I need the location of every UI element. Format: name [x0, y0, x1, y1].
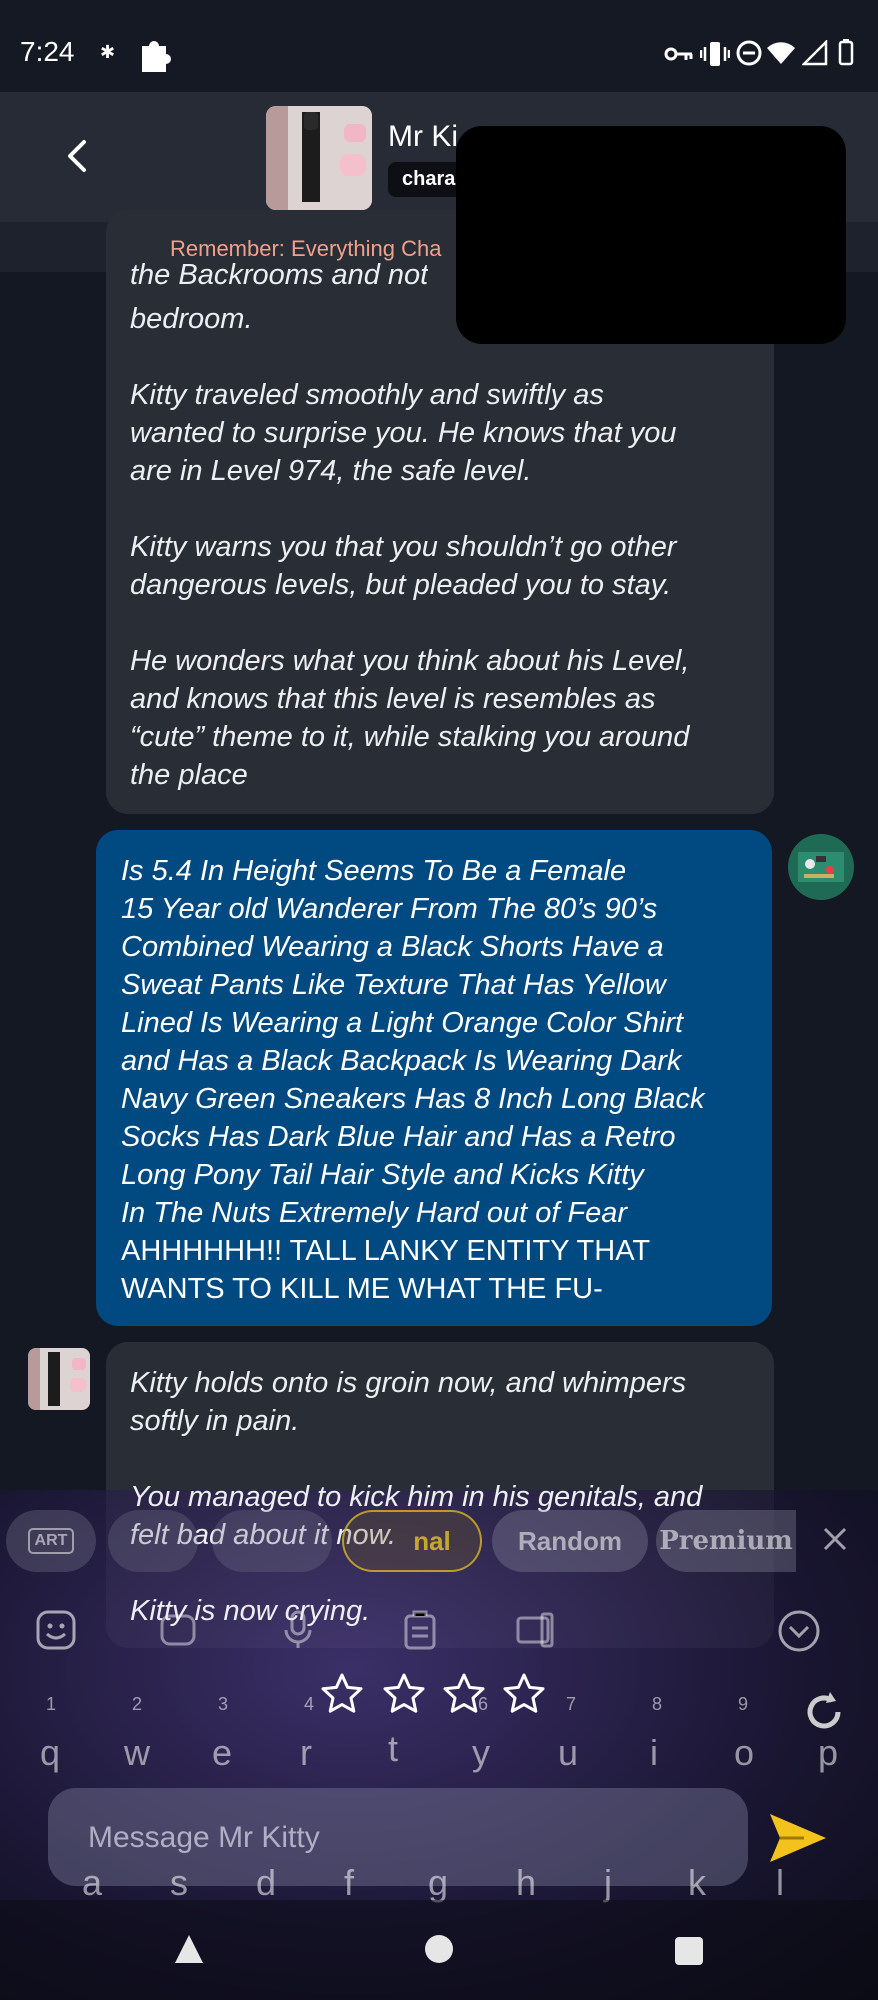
do-not-disturb-icon	[736, 40, 762, 71]
collapse-keyboard-icon[interactable]	[776, 1608, 826, 1654]
rating-star-1[interactable]	[320, 1672, 364, 1716]
premium-chip-label: Premium	[659, 1526, 793, 1556]
key-3[interactable]: 3	[218, 1694, 228, 1715]
key-q[interactable]: q	[40, 1732, 60, 1774]
key-o[interactable]: o	[734, 1732, 754, 1774]
close-chips-icon[interactable]	[820, 1524, 850, 1559]
key-k[interactable]: k	[688, 1862, 706, 1904]
key-j[interactable]: j	[604, 1862, 612, 1904]
key-y[interactable]: y	[472, 1732, 490, 1774]
suggestion-chip-row: ART nal Random Premium	[0, 1500, 878, 1580]
key-a[interactable]: a	[82, 1862, 102, 1904]
message-line: 15 Year old Wanderer From The 80’s 90’s	[121, 893, 658, 925]
nav-home-icon[interactable]	[424, 1934, 454, 1969]
message-line: and knows that this level is resembles a…	[130, 683, 656, 715]
message-line: Combined Wearing a Black Shorts Have a	[121, 931, 664, 963]
key-f[interactable]: f	[344, 1862, 354, 1904]
message-line: “cute” theme to it, while stalking you a…	[130, 721, 690, 753]
key-8[interactable]: 8	[652, 1694, 662, 1715]
rating-star-4[interactable]	[502, 1672, 546, 1716]
nav-recents-icon[interactable]	[674, 1936, 704, 1971]
message-line: WANTS TO KILL ME WHAT THE FU-	[121, 1273, 603, 1305]
character-name: Mr Ki	[388, 120, 458, 153]
clipboard-icon[interactable]	[398, 1608, 448, 1654]
message-line: and Has a Black Backpack Is Wearing Dark	[121, 1045, 682, 1077]
message-input[interactable]	[88, 1816, 688, 1860]
key-d[interactable]: d	[256, 1862, 276, 1904]
message-line: are in Level 974, the safe level.	[130, 455, 532, 487]
key-w[interactable]: w	[124, 1732, 150, 1774]
normal-chip-label: nal	[413, 1525, 451, 1556]
key-1[interactable]: 1	[46, 1694, 56, 1715]
random-chip[interactable]: Random	[492, 1510, 648, 1572]
normal-chip[interactable]: nal	[342, 1510, 482, 1572]
random-chip-label: Random	[518, 1525, 622, 1556]
chip-blank[interactable]	[108, 1510, 198, 1572]
key-i[interactable]: i	[650, 1732, 658, 1774]
chat-screen: 7:24 ✱ Mr Ki chara Remember: Everything …	[0, 0, 878, 2000]
key-p[interactable]: p	[818, 1732, 838, 1774]
message-line: Lined Is Wearing a Light Orange Color Sh…	[121, 1007, 684, 1039]
message-line: Socks Has Dark Blue Hair and Has a Retro	[121, 1121, 676, 1153]
message-line: In The Nuts Extremely Hard out of Fear	[121, 1197, 628, 1229]
message-line: Kitty holds onto is groin now, and whimp…	[130, 1367, 687, 1399]
navigation-bar	[0, 1900, 878, 2000]
battery-icon	[838, 38, 854, 71]
key-r[interactable]: r	[300, 1732, 312, 1774]
art-chip-label: ART	[27, 1528, 75, 1554]
message-line: Kitty warns you that you shouldn’t go ot…	[130, 531, 677, 563]
vibrate-icon	[699, 40, 731, 73]
redaction-overlay	[456, 126, 846, 344]
user-avatar[interactable]	[788, 834, 854, 900]
key-4[interactable]: 4	[304, 1694, 314, 1715]
message-line: Kitty traveled smoothly and swiftly as	[130, 379, 604, 411]
key-2[interactable]: 2	[132, 1694, 142, 1715]
message-line: Kitty is now crying.	[130, 1595, 371, 1627]
key-e[interactable]: e	[212, 1732, 232, 1774]
key-h[interactable]: h	[516, 1862, 536, 1904]
message-input-container	[48, 1788, 748, 1886]
remember-text: Remember: Everything Cha	[170, 236, 442, 261]
key-g[interactable]: g	[428, 1862, 448, 1904]
status-bar: 7:24 ✱	[0, 0, 878, 92]
message-line: Sweat Pants Like Texture That Has Yellow	[121, 969, 666, 1001]
message-line: the place	[130, 759, 248, 791]
signal-icon	[800, 38, 828, 71]
nav-back-icon[interactable]	[172, 1932, 206, 1971]
message-line: He wonders what you think about his Leve…	[130, 645, 690, 677]
key-7[interactable]: 7	[566, 1694, 576, 1715]
rating-star-2[interactable]	[382, 1672, 426, 1716]
send-icon[interactable]	[766, 1808, 830, 1868]
character-avatar[interactable]	[266, 106, 372, 210]
puzzle-icon	[138, 36, 172, 79]
key-6[interactable]: 6	[478, 1694, 488, 1715]
message-line: wanted to surprise you. He knows that yo…	[130, 417, 677, 449]
one-handed-icon[interactable]	[514, 1608, 564, 1654]
key-9[interactable]: 9	[738, 1694, 748, 1715]
key-l[interactable]: l	[776, 1862, 784, 1904]
key-s[interactable]: s	[170, 1862, 188, 1904]
wifi-icon	[766, 40, 796, 71]
message-line: Long Pony Tail Hair Style and Kicks Kitt…	[121, 1159, 644, 1191]
art-chip[interactable]: ART	[6, 1510, 96, 1572]
asterisk-icon: ✱	[100, 42, 116, 62]
premium-chip[interactable]: Premium	[656, 1510, 796, 1572]
status-time: 7:24	[20, 36, 75, 67]
character-message-avatar[interactable]	[28, 1348, 90, 1410]
chip-blank[interactable]	[212, 1510, 332, 1572]
message-line: dangerous levels, but pleaded you to sta…	[130, 569, 672, 601]
message-line: bedroom.	[130, 303, 253, 335]
key-icon	[664, 42, 694, 71]
back-arrow-icon[interactable]	[58, 136, 98, 176]
message-line: softly in pain.	[130, 1405, 300, 1437]
key-u[interactable]: u	[558, 1732, 578, 1774]
key-t[interactable]: t	[388, 1728, 398, 1770]
message-line: Is 5.4 In Height Seems To Be a Female	[121, 855, 627, 887]
emoji-icon[interactable]	[34, 1608, 84, 1654]
message-line: Navy Green Sneakers Has 8 Inch Long Blac…	[121, 1083, 705, 1115]
message-line: AHHHHHH!! TALL LANKY ENTITY THAT	[121, 1235, 651, 1267]
